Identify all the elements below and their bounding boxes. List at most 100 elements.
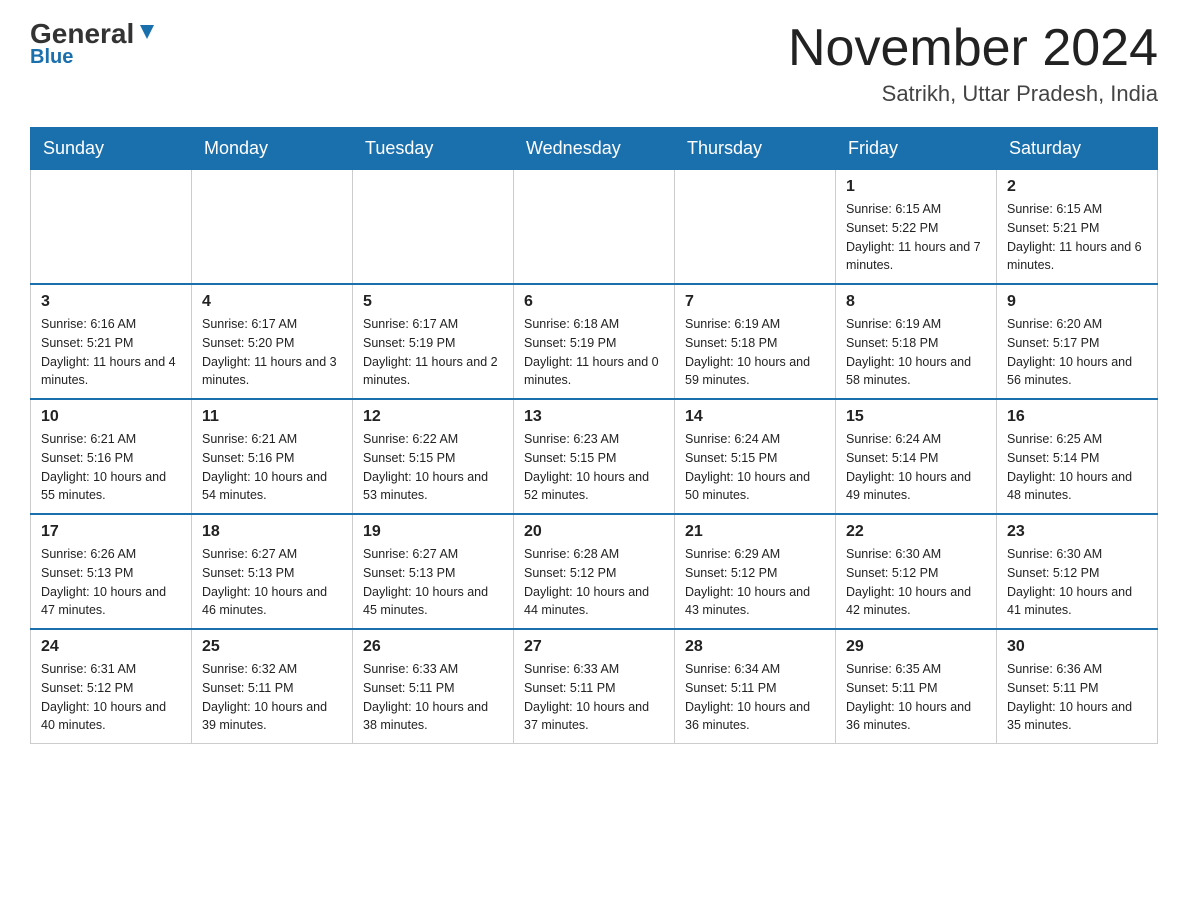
day-number: 17 <box>41 523 181 541</box>
day-number: 25 <box>202 638 342 656</box>
day-info: Sunrise: 6:15 AM Sunset: 5:21 PM Dayligh… <box>1007 200 1147 275</box>
calendar-cell <box>353 170 514 285</box>
day-info: Sunrise: 6:15 AM Sunset: 5:22 PM Dayligh… <box>846 200 986 275</box>
calendar-cell <box>31 170 192 285</box>
day-number: 16 <box>1007 408 1147 426</box>
calendar-cell: 30 Sunrise: 6:36 AM Sunset: 5:11 PM Dayli… <box>997 629 1158 744</box>
day-number: 30 <box>1007 638 1147 656</box>
calendar-cell: 2 Sunrise: 6:15 AM Sunset: 5:21 PM Daylig… <box>997 170 1158 285</box>
calendar-cell: 14 Sunrise: 6:24 AM Sunset: 5:15 PM Dayli… <box>675 399 836 514</box>
day-info: Sunrise: 6:29 AM Sunset: 5:12 PM Dayligh… <box>685 545 825 620</box>
day-info: Sunrise: 6:34 AM Sunset: 5:11 PM Dayligh… <box>685 660 825 735</box>
week-row-4: 17Sunrise: 6:26 AM Sunset: 5:13 PM Dayli… <box>31 514 1158 629</box>
calendar-cell: 19Sunrise: 6:27 AM Sunset: 5:13 PM Dayli… <box>353 514 514 629</box>
day-number: 13 <box>524 408 664 426</box>
day-number: 22 <box>846 523 986 541</box>
day-number: 23 <box>1007 523 1147 541</box>
day-number: 28 <box>685 638 825 656</box>
logo-sub-text: Blue <box>30 46 73 69</box>
day-info: Sunrise: 6:17 AM Sunset: 5:19 PM Dayligh… <box>363 315 503 390</box>
days-of-week-row: SundayMondayTuesdayWednesdayThursdayFrid… <box>31 128 1158 170</box>
day-number: 19 <box>363 523 503 541</box>
calendar-cell: 17Sunrise: 6:26 AM Sunset: 5:13 PM Dayli… <box>31 514 192 629</box>
day-number: 14 <box>685 408 825 426</box>
logo-triangle-icon <box>136 21 158 43</box>
day-info: Sunrise: 6:20 AM Sunset: 5:17 PM Dayligh… <box>1007 315 1147 390</box>
week-row-1: 1 Sunrise: 6:15 AM Sunset: 5:22 PM Daylig… <box>31 170 1158 285</box>
calendar-cell: 15Sunrise: 6:24 AM Sunset: 5:14 PM Dayli… <box>836 399 997 514</box>
day-number: 18 <box>202 523 342 541</box>
day-info: Sunrise: 6:21 AM Sunset: 5:16 PM Dayligh… <box>41 430 181 505</box>
calendar-cell: 10 Sunrise: 6:21 AM Sunset: 5:16 PM Dayli… <box>31 399 192 514</box>
day-info: Sunrise: 6:36 AM Sunset: 5:11 PM Dayligh… <box>1007 660 1147 735</box>
day-number: 6 <box>524 293 664 311</box>
day-number: 21 <box>685 523 825 541</box>
day-number: 9 <box>1007 293 1147 311</box>
day-number: 5 <box>363 293 503 311</box>
day-info: Sunrise: 6:30 AM Sunset: 5:12 PM Dayligh… <box>1007 545 1147 620</box>
day-number: 24 <box>41 638 181 656</box>
week-row-5: 24 Sunrise: 6:31 AM Sunset: 5:12 PM Dayli… <box>31 629 1158 744</box>
day-number: 2 <box>1007 178 1147 196</box>
calendar-table: SundayMondayTuesdayWednesdayThursdayFrid… <box>30 127 1158 744</box>
day-info: Sunrise: 6:31 AM Sunset: 5:12 PM Dayligh… <box>41 660 181 735</box>
day-info: Sunrise: 6:30 AM Sunset: 5:12 PM Dayligh… <box>846 545 986 620</box>
day-header-monday: Monday <box>192 128 353 170</box>
calendar-cell: 8 Sunrise: 6:19 AM Sunset: 5:18 PM Daylig… <box>836 284 997 399</box>
day-number: 12 <box>363 408 503 426</box>
day-number: 4 <box>202 293 342 311</box>
day-number: 20 <box>524 523 664 541</box>
day-info: Sunrise: 6:28 AM Sunset: 5:12 PM Dayligh… <box>524 545 664 620</box>
calendar-cell: 11Sunrise: 6:21 AM Sunset: 5:16 PM Dayli… <box>192 399 353 514</box>
logo: General Blue <box>30 20 158 69</box>
week-row-2: 3 Sunrise: 6:16 AM Sunset: 5:21 PM Daylig… <box>31 284 1158 399</box>
calendar-cell: 22 Sunrise: 6:30 AM Sunset: 5:12 PM Dayli… <box>836 514 997 629</box>
day-info: Sunrise: 6:33 AM Sunset: 5:11 PM Dayligh… <box>363 660 503 735</box>
calendar-cell: 12Sunrise: 6:22 AM Sunset: 5:15 PM Dayli… <box>353 399 514 514</box>
day-number: 26 <box>363 638 503 656</box>
calendar-cell: 26 Sunrise: 6:33 AM Sunset: 5:11 PM Dayli… <box>353 629 514 744</box>
day-number: 1 <box>846 178 986 196</box>
day-number: 7 <box>685 293 825 311</box>
calendar-cell: 20 Sunrise: 6:28 AM Sunset: 5:12 PM Dayli… <box>514 514 675 629</box>
day-info: Sunrise: 6:19 AM Sunset: 5:18 PM Dayligh… <box>846 315 986 390</box>
day-number: 8 <box>846 293 986 311</box>
day-header-saturday: Saturday <box>997 128 1158 170</box>
day-info: Sunrise: 6:24 AM Sunset: 5:15 PM Dayligh… <box>685 430 825 505</box>
logo-main-text: General <box>30 20 134 48</box>
calendar-cell: 1 Sunrise: 6:15 AM Sunset: 5:22 PM Daylig… <box>836 170 997 285</box>
calendar-cell <box>192 170 353 285</box>
month-title: November 2024 <box>788 20 1158 77</box>
day-info: Sunrise: 6:24 AM Sunset: 5:14 PM Dayligh… <box>846 430 986 505</box>
day-number: 3 <box>41 293 181 311</box>
day-info: Sunrise: 6:16 AM Sunset: 5:21 PM Dayligh… <box>41 315 181 390</box>
day-info: Sunrise: 6:27 AM Sunset: 5:13 PM Dayligh… <box>202 545 342 620</box>
calendar-cell <box>514 170 675 285</box>
calendar-cell: 7Sunrise: 6:19 AM Sunset: 5:18 PM Daylig… <box>675 284 836 399</box>
calendar-cell: 18 Sunrise: 6:27 AM Sunset: 5:13 PM Dayli… <box>192 514 353 629</box>
calendar-cell: 24 Sunrise: 6:31 AM Sunset: 5:12 PM Dayli… <box>31 629 192 744</box>
calendar-cell: 29Sunrise: 6:35 AM Sunset: 5:11 PM Dayli… <box>836 629 997 744</box>
calendar-cell: 4 Sunrise: 6:17 AM Sunset: 5:20 PM Daylig… <box>192 284 353 399</box>
day-header-thursday: Thursday <box>675 128 836 170</box>
calendar-cell <box>675 170 836 285</box>
calendar-cell: 3 Sunrise: 6:16 AM Sunset: 5:21 PM Daylig… <box>31 284 192 399</box>
title-area: November 2024 Satrikh, Uttar Pradesh, In… <box>788 20 1158 107</box>
day-info: Sunrise: 6:17 AM Sunset: 5:20 PM Dayligh… <box>202 315 342 390</box>
day-number: 10 <box>41 408 181 426</box>
calendar-cell: 28 Sunrise: 6:34 AM Sunset: 5:11 PM Dayli… <box>675 629 836 744</box>
calendar-cell: 6 Sunrise: 6:18 AM Sunset: 5:19 PM Daylig… <box>514 284 675 399</box>
day-header-wednesday: Wednesday <box>514 128 675 170</box>
day-info: Sunrise: 6:25 AM Sunset: 5:14 PM Dayligh… <box>1007 430 1147 505</box>
day-header-friday: Friday <box>836 128 997 170</box>
header: General Blue November 2024 Satrikh, Utta… <box>30 20 1158 107</box>
day-info: Sunrise: 6:33 AM Sunset: 5:11 PM Dayligh… <box>524 660 664 735</box>
day-info: Sunrise: 6:23 AM Sunset: 5:15 PM Dayligh… <box>524 430 664 505</box>
day-info: Sunrise: 6:21 AM Sunset: 5:16 PM Dayligh… <box>202 430 342 505</box>
calendar-cell: 9 Sunrise: 6:20 AM Sunset: 5:17 PM Daylig… <box>997 284 1158 399</box>
calendar-cell: 23 Sunrise: 6:30 AM Sunset: 5:12 PM Dayli… <box>997 514 1158 629</box>
day-info: Sunrise: 6:35 AM Sunset: 5:11 PM Dayligh… <box>846 660 986 735</box>
week-row-3: 10 Sunrise: 6:21 AM Sunset: 5:16 PM Dayli… <box>31 399 1158 514</box>
day-info: Sunrise: 6:18 AM Sunset: 5:19 PM Dayligh… <box>524 315 664 390</box>
day-info: Sunrise: 6:32 AM Sunset: 5:11 PM Dayligh… <box>202 660 342 735</box>
